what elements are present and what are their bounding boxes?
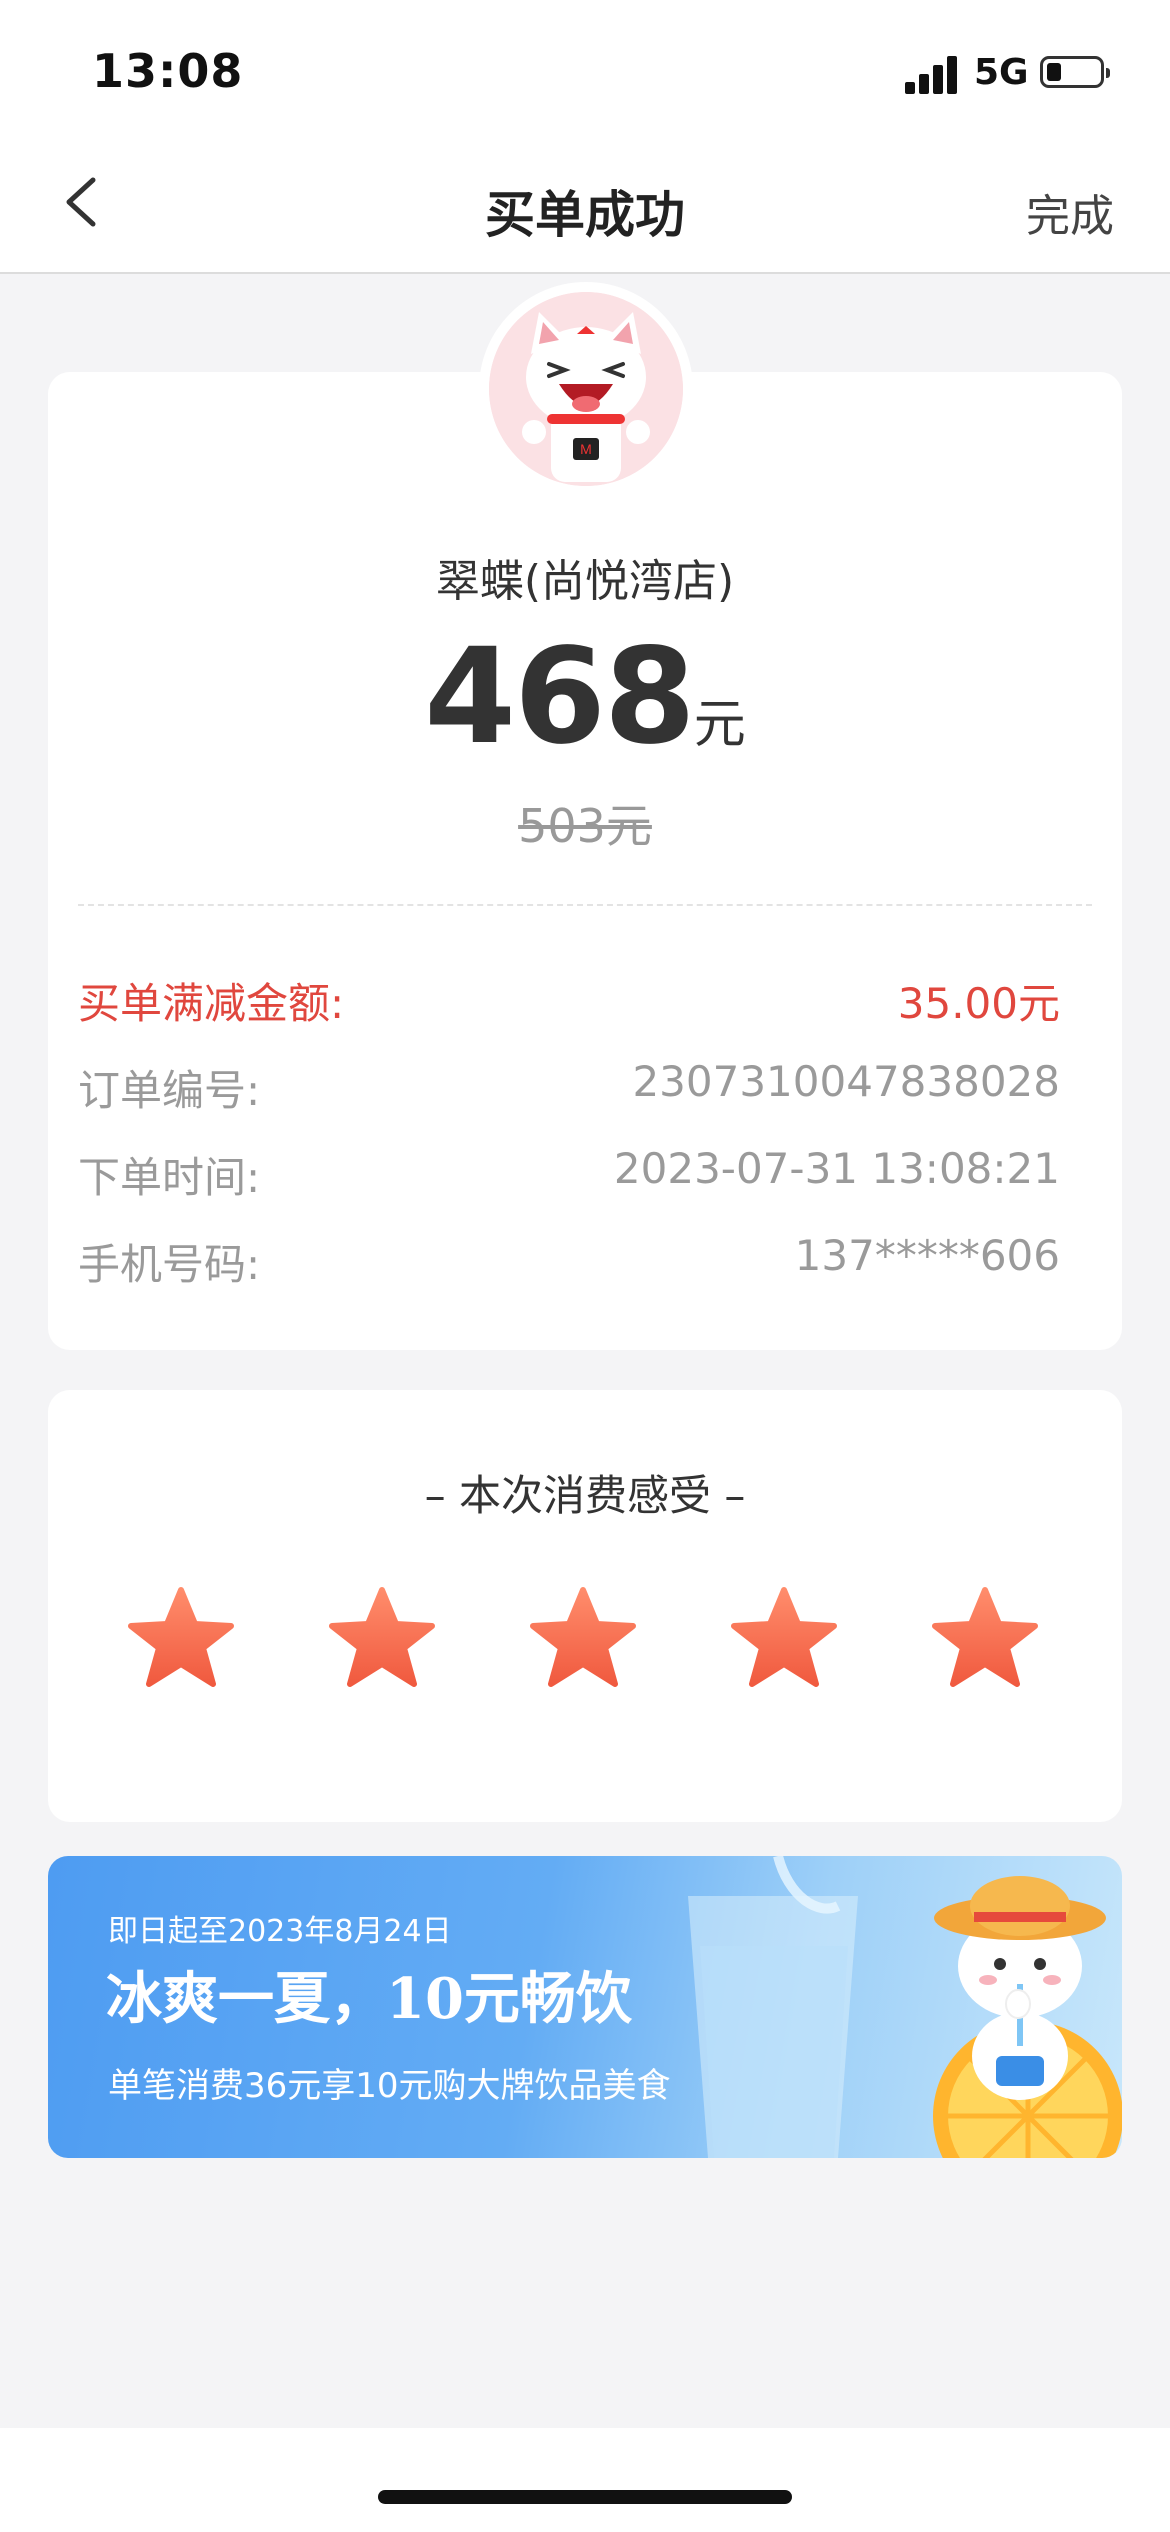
paid-amount-unit: 元	[693, 695, 746, 755]
detail-row-phone: 手机号码: 137*****606	[78, 1231, 1060, 1292]
banner-title: 冰爽一夏，10元畅饮	[106, 1966, 632, 2032]
detail-label: 手机号码:	[78, 1240, 261, 1289]
page-title: 买单成功	[485, 186, 685, 244]
drink-mascot-illustration	[688, 1856, 1122, 2158]
battery-icon	[1040, 56, 1110, 88]
paid-amount-value: 468	[424, 620, 696, 774]
svg-text:M: M	[580, 441, 592, 457]
detail-value: 137*****606	[794, 1231, 1060, 1280]
paid-amount: 468元	[0, 620, 1170, 774]
star-icon[interactable]	[127, 1586, 235, 1690]
status-time: 13:08	[92, 44, 244, 98]
status-bar: 13:08 5G	[0, 0, 1170, 140]
nav-bar: 买单成功 完成	[0, 140, 1170, 274]
detail-row-order-number: 订单编号: 2307310047838028	[78, 1057, 1060, 1118]
detail-row-order-time: 下单时间: 2023-07-31 13:08:21	[78, 1144, 1060, 1205]
star-icon[interactable]	[730, 1586, 838, 1690]
detail-value: 35.00元	[897, 979, 1060, 1028]
network-type: 5G	[974, 52, 1029, 93]
mascot-avatar: M	[489, 292, 683, 486]
promo-banner[interactable]: 即日起至2023年8月24日 冰爽一夏，10元畅饮 单笔消费36元享10元购大牌…	[48, 1856, 1122, 2158]
shop-name: 翠蝶(尚悦湾店)	[435, 556, 735, 607]
star-icon[interactable]	[529, 1586, 637, 1690]
detail-value: 2307310047838028	[632, 1057, 1060, 1106]
detail-label: 买单满减金额:	[78, 979, 345, 1028]
signal-icon	[905, 54, 961, 94]
home-indicator[interactable]	[378, 2490, 792, 2504]
banner-subtitle: 即日起至2023年8月24日	[108, 1914, 452, 1949]
star-rating	[48, 1586, 1122, 1696]
detail-value: 2023-07-31 13:08:21	[613, 1144, 1060, 1193]
detail-label: 订单编号:	[78, 1066, 261, 1115]
banner-description: 单笔消费36元享10元购大牌饮品美食	[108, 2066, 671, 2106]
star-icon[interactable]	[328, 1586, 436, 1690]
original-amount: 503元	[518, 799, 652, 853]
detail-row-discount: 买单满减金额: 35.00元	[78, 970, 1060, 1031]
bottom-bar	[0, 2428, 1170, 2532]
detail-label: 下单时间:	[78, 1153, 261, 1202]
rating-title: – 本次消费感受 –	[424, 1471, 746, 1520]
star-icon[interactable]	[931, 1586, 1039, 1690]
divider	[78, 904, 1092, 906]
done-button[interactable]: 完成	[1026, 180, 1114, 244]
